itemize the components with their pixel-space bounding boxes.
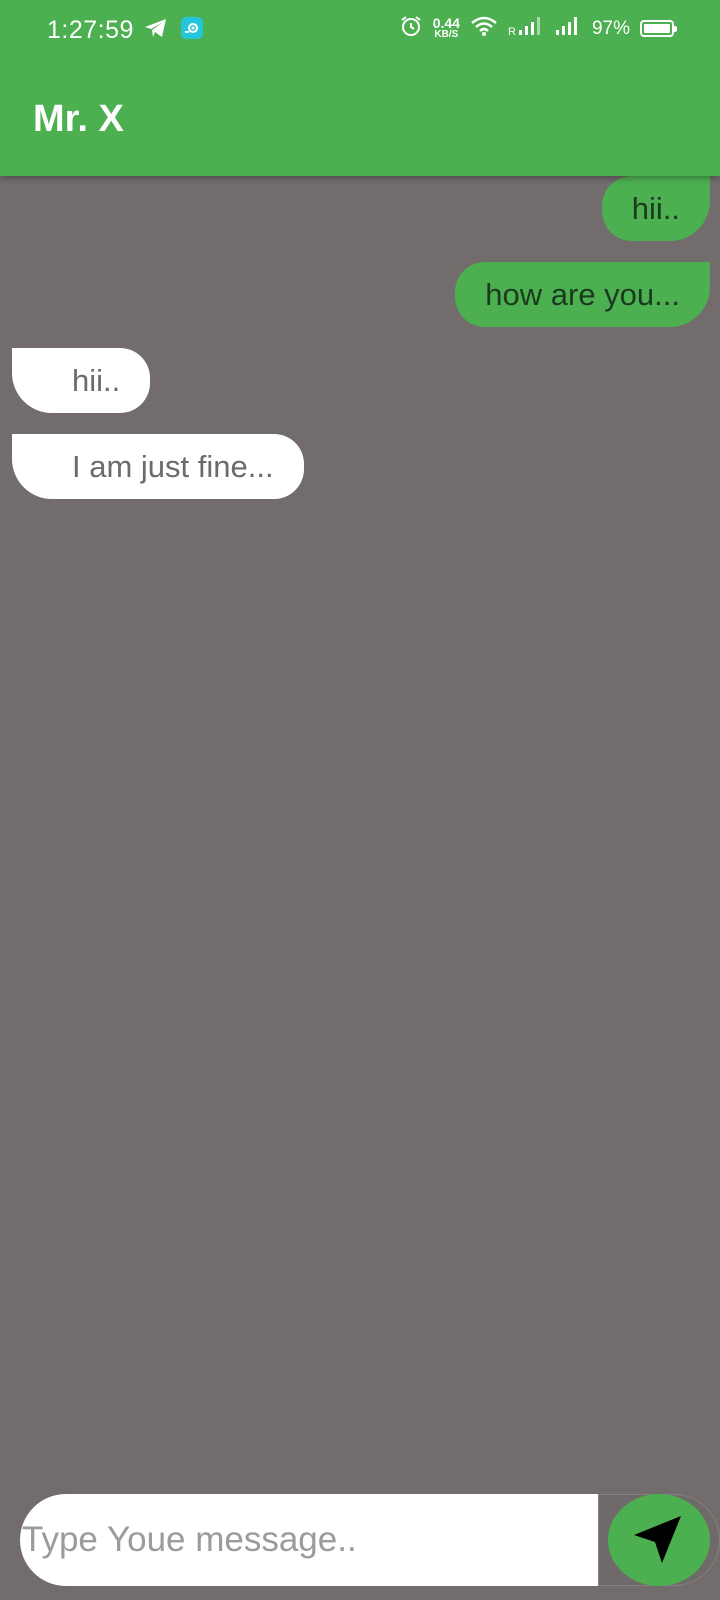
net-speed: 0.44 KB/S	[432, 14, 460, 41]
battery-fill	[644, 24, 670, 33]
chat-area[interactable]: hii.. how are you... hii.. I am just fin…	[0, 176, 720, 1486]
app-notification-icon	[180, 16, 204, 45]
message-input[interactable]	[20, 1494, 598, 1586]
message-composer	[20, 1494, 720, 1586]
message-bubble-received: I am just fine...	[12, 434, 304, 499]
status-right-icons: 0.44 KB/S R 97%	[399, 14, 677, 43]
status-time: 1:27:59	[47, 16, 134, 44]
signal-icon	[554, 15, 582, 42]
battery-icon	[640, 20, 677, 37]
status-left-icons	[144, 16, 204, 45]
message-bubble-sent: hii..	[601, 176, 710, 241]
message-text: how are you...	[485, 276, 680, 312]
wifi-icon	[470, 15, 498, 42]
telegram-icon	[144, 17, 168, 44]
message-text: I am just fine...	[72, 448, 274, 484]
chat-title: Mr. X	[33, 98, 124, 140]
message-bubble-sent: how are you...	[455, 262, 710, 327]
send-area	[598, 1494, 720, 1586]
message-text: hii..	[72, 362, 121, 398]
signal-roaming-icon: R	[508, 15, 544, 42]
net-speed-value: 0.44	[432, 14, 460, 31]
send-icon	[631, 1511, 687, 1570]
app-bar: Mr. X	[0, 62, 720, 176]
send-button[interactable]	[608, 1494, 710, 1586]
alarm-icon	[399, 14, 423, 43]
message-text: hii..	[631, 190, 680, 226]
svg-text:R: R	[508, 26, 516, 37]
net-speed-unit: KB/S	[434, 28, 459, 40]
battery-percent: 97%	[591, 17, 630, 39]
status-bar: 1:27:59 0.44 KB/S R 97%	[0, 0, 720, 62]
message-bubble-received: hii..	[12, 348, 151, 413]
